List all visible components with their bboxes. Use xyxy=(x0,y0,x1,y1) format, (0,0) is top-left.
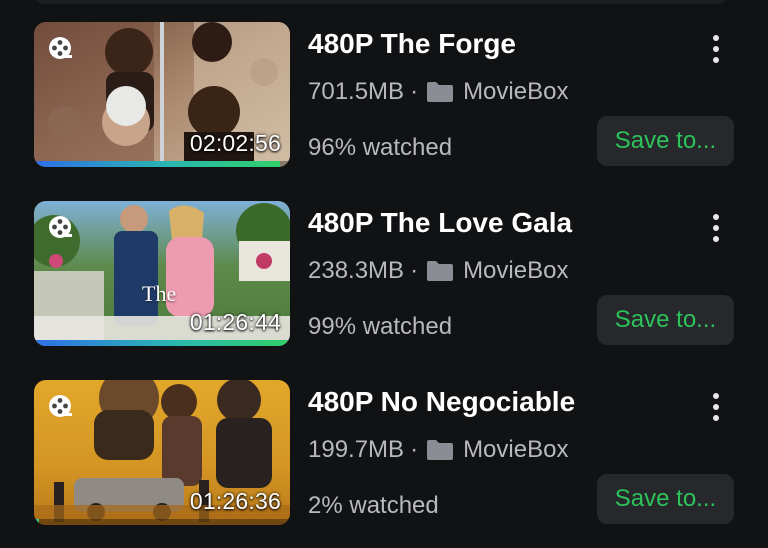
folder-icon xyxy=(427,261,454,281)
video-duration: 01:26:36 xyxy=(189,488,281,514)
video-thumbnail[interactable]: 02:02:56 xyxy=(34,22,290,167)
meta-separator: · xyxy=(410,257,419,284)
video-duration: 01:26:44 xyxy=(189,309,281,335)
video-meta: 238.3MB · MovieBox xyxy=(308,257,568,285)
save-to-button[interactable]: Save to... xyxy=(597,474,734,524)
watch-progress-bar xyxy=(34,519,290,525)
previous-item-edge xyxy=(34,0,728,4)
folder-icon xyxy=(427,440,454,460)
list-item[interactable]: The 01:26:44 480P The Love Gala 238.3MB … xyxy=(0,201,768,346)
list-item[interactable]: 01:26:36 480P No Negociable 199.7MB · Mo… xyxy=(0,380,768,525)
film-reel-icon xyxy=(49,216,72,238)
download-list-screen: 02:02:56 480P The Forge 701.5MB · MovieB… xyxy=(0,0,768,548)
watched-status: 99% watched xyxy=(308,313,453,340)
meta-separator: · xyxy=(410,78,419,105)
watch-progress-bar xyxy=(34,340,290,346)
file-size: 238.3MB xyxy=(308,257,405,284)
thumbnail-title-text: The xyxy=(142,281,177,306)
watch-progress-fill xyxy=(34,340,288,346)
more-vertical-icon[interactable] xyxy=(702,390,730,424)
file-size: 701.5MB xyxy=(308,78,405,105)
folder-name: MovieBox xyxy=(463,257,569,284)
watch-progress-fill xyxy=(34,161,280,167)
watch-progress-bar xyxy=(34,161,290,167)
save-to-button[interactable]: Save to... xyxy=(597,295,734,345)
watched-status: 2% watched xyxy=(308,492,439,519)
video-title: 480P No Negociable xyxy=(308,386,576,417)
video-title: 480P The Forge xyxy=(308,28,517,59)
file-size: 199.7MB xyxy=(308,436,405,463)
video-duration: 02:02:56 xyxy=(189,130,281,156)
video-meta: 199.7MB · MovieBox xyxy=(308,436,568,464)
watch-progress-fill xyxy=(34,519,40,525)
watched-status: 96% watched xyxy=(308,134,453,161)
more-vertical-icon[interactable] xyxy=(702,211,730,245)
folder-name: MovieBox xyxy=(463,436,569,463)
video-thumbnail[interactable]: The 01:26:44 xyxy=(34,201,290,346)
meta-separator: · xyxy=(410,436,419,463)
film-reel-icon xyxy=(49,395,72,417)
video-thumbnail[interactable]: 01:26:36 xyxy=(34,380,290,525)
video-meta: 701.5MB · MovieBox xyxy=(308,78,568,106)
more-vertical-icon[interactable] xyxy=(702,32,730,66)
video-title: 480P The Love Gala xyxy=(308,207,573,238)
save-to-button[interactable]: Save to... xyxy=(597,116,734,166)
folder-name: MovieBox xyxy=(463,78,569,105)
film-reel-icon xyxy=(49,37,72,59)
list-item[interactable]: 02:02:56 480P The Forge 701.5MB · MovieB… xyxy=(0,22,768,167)
folder-icon xyxy=(427,82,454,102)
